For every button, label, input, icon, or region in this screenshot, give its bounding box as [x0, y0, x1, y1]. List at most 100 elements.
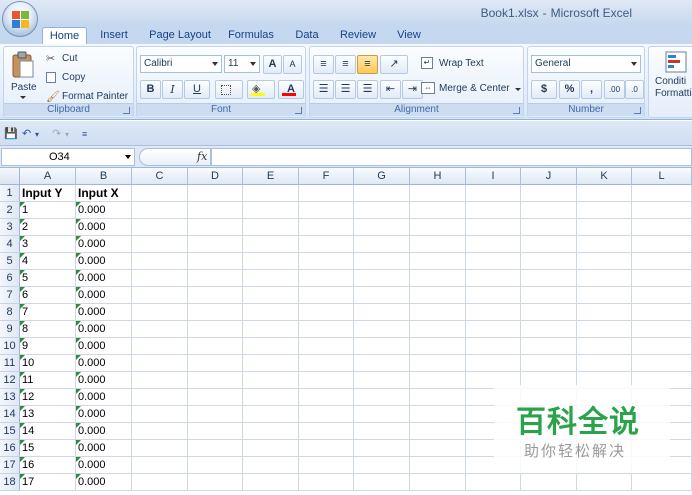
- cell-d[interactable]: [188, 253, 243, 270]
- cell-j[interactable]: [521, 185, 577, 202]
- align-left-button[interactable]: ☰: [313, 80, 334, 99]
- font-size-select[interactable]: 11: [224, 55, 260, 73]
- cell-h[interactable]: [410, 270, 466, 287]
- cell-f[interactable]: [299, 389, 354, 406]
- cell-f[interactable]: [299, 270, 354, 287]
- cell-d[interactable]: [188, 287, 243, 304]
- cell-h[interactable]: [410, 202, 466, 219]
- cell-h[interactable]: [410, 219, 466, 236]
- column-header-d[interactable]: D: [188, 168, 243, 185]
- cell-c[interactable]: [132, 372, 188, 389]
- font-launcher-icon[interactable]: [295, 107, 302, 114]
- cell-h[interactable]: [410, 423, 466, 440]
- cell-i[interactable]: [466, 355, 521, 372]
- comma-button[interactable]: ,: [581, 80, 602, 99]
- cell-e[interactable]: [243, 338, 299, 355]
- cell-e[interactable]: [243, 474, 299, 491]
- copy-button[interactable]: Copy: [44, 71, 124, 87]
- cell-l[interactable]: [632, 287, 692, 304]
- cell-j[interactable]: [521, 321, 577, 338]
- column-header-c[interactable]: C: [132, 168, 188, 185]
- cell-l[interactable]: [632, 219, 692, 236]
- cell-b[interactable]: 0.000: [76, 372, 132, 389]
- increase-decimal-button[interactable]: .00: [604, 80, 625, 99]
- cell-k[interactable]: [577, 219, 632, 236]
- cell-k[interactable]: [577, 185, 632, 202]
- cell-a[interactable]: 14: [20, 423, 76, 440]
- cell-c[interactable]: [132, 423, 188, 440]
- cell-j[interactable]: [521, 338, 577, 355]
- cell-c[interactable]: [132, 287, 188, 304]
- cell-e[interactable]: [243, 321, 299, 338]
- cell-i[interactable]: [466, 304, 521, 321]
- cell-g[interactable]: [354, 253, 410, 270]
- cell-h[interactable]: [410, 440, 466, 457]
- cell-a[interactable]: 11: [20, 372, 76, 389]
- cell-c[interactable]: [132, 457, 188, 474]
- redo-dropdown-icon[interactable]: ▾: [65, 130, 69, 139]
- wrap-text-button[interactable]: ↵ Wrap Text: [421, 57, 521, 73]
- merge-center-button[interactable]: ⇔ Merge & Center: [421, 82, 523, 98]
- undo-icon[interactable]: ↶: [22, 127, 31, 140]
- cell-h[interactable]: [410, 338, 466, 355]
- row-header[interactable]: 14: [0, 406, 20, 423]
- tab-page-layout[interactable]: Page Layout: [146, 27, 214, 44]
- chevron-down-icon[interactable]: [125, 155, 131, 159]
- cell-a[interactable]: 4: [20, 253, 76, 270]
- tab-formulas[interactable]: Formulas: [224, 27, 278, 44]
- row-header[interactable]: 17: [0, 457, 20, 474]
- number-format-select[interactable]: General: [531, 55, 641, 73]
- column-header-f[interactable]: F: [299, 168, 354, 185]
- cell-h[interactable]: [410, 389, 466, 406]
- name-box[interactable]: O34: [1, 148, 135, 166]
- cell-j[interactable]: [521, 270, 577, 287]
- cell-a[interactable]: 15: [20, 440, 76, 457]
- cut-button[interactable]: ✂ Cut: [44, 52, 124, 68]
- cell-k[interactable]: [577, 338, 632, 355]
- cell-d[interactable]: [188, 321, 243, 338]
- cell-l[interactable]: [632, 253, 692, 270]
- cell-a[interactable]: 12: [20, 389, 76, 406]
- cell-i[interactable]: [466, 236, 521, 253]
- cell-f[interactable]: [299, 372, 354, 389]
- tab-review[interactable]: Review: [336, 27, 380, 44]
- tab-view[interactable]: View: [392, 27, 426, 44]
- row-header[interactable]: 4: [0, 236, 20, 253]
- cell-b[interactable]: 0.000: [76, 236, 132, 253]
- cell-a[interactable]: 9: [20, 338, 76, 355]
- cell-g[interactable]: [354, 304, 410, 321]
- cell-i[interactable]: [466, 338, 521, 355]
- cell-c[interactable]: [132, 219, 188, 236]
- cell-d[interactable]: [188, 355, 243, 372]
- cell-d[interactable]: [188, 202, 243, 219]
- cell-e[interactable]: [243, 185, 299, 202]
- cell-k[interactable]: [577, 474, 632, 491]
- orientation-button[interactable]: ↗: [380, 55, 408, 74]
- row-header[interactable]: 11: [0, 355, 20, 372]
- cell-b[interactable]: 0.000: [76, 202, 132, 219]
- column-header-k[interactable]: K: [577, 168, 632, 185]
- cell-j[interactable]: [521, 287, 577, 304]
- cell-e[interactable]: [243, 270, 299, 287]
- cell-c[interactable]: [132, 253, 188, 270]
- row-header[interactable]: 5: [0, 253, 20, 270]
- cell-i[interactable]: [466, 474, 521, 491]
- grow-font-button[interactable]: A: [263, 55, 282, 74]
- cell-a[interactable]: Input Y: [20, 185, 76, 202]
- cell-c[interactable]: [132, 202, 188, 219]
- cell-a[interactable]: 3: [20, 236, 76, 253]
- cell-c[interactable]: [132, 270, 188, 287]
- formula-input[interactable]: [211, 148, 692, 166]
- fill-color-button[interactable]: ◈: [247, 80, 275, 99]
- cell-l[interactable]: [632, 338, 692, 355]
- cell-k[interactable]: [577, 321, 632, 338]
- row-header[interactable]: 10: [0, 338, 20, 355]
- save-icon[interactable]: 💾: [4, 127, 18, 140]
- cell-j[interactable]: [521, 219, 577, 236]
- cell-e[interactable]: [243, 372, 299, 389]
- cell-b[interactable]: 0.000: [76, 389, 132, 406]
- tab-home[interactable]: Home: [42, 27, 87, 44]
- cell-j[interactable]: [521, 202, 577, 219]
- cell-g[interactable]: [354, 338, 410, 355]
- cell-c[interactable]: [132, 304, 188, 321]
